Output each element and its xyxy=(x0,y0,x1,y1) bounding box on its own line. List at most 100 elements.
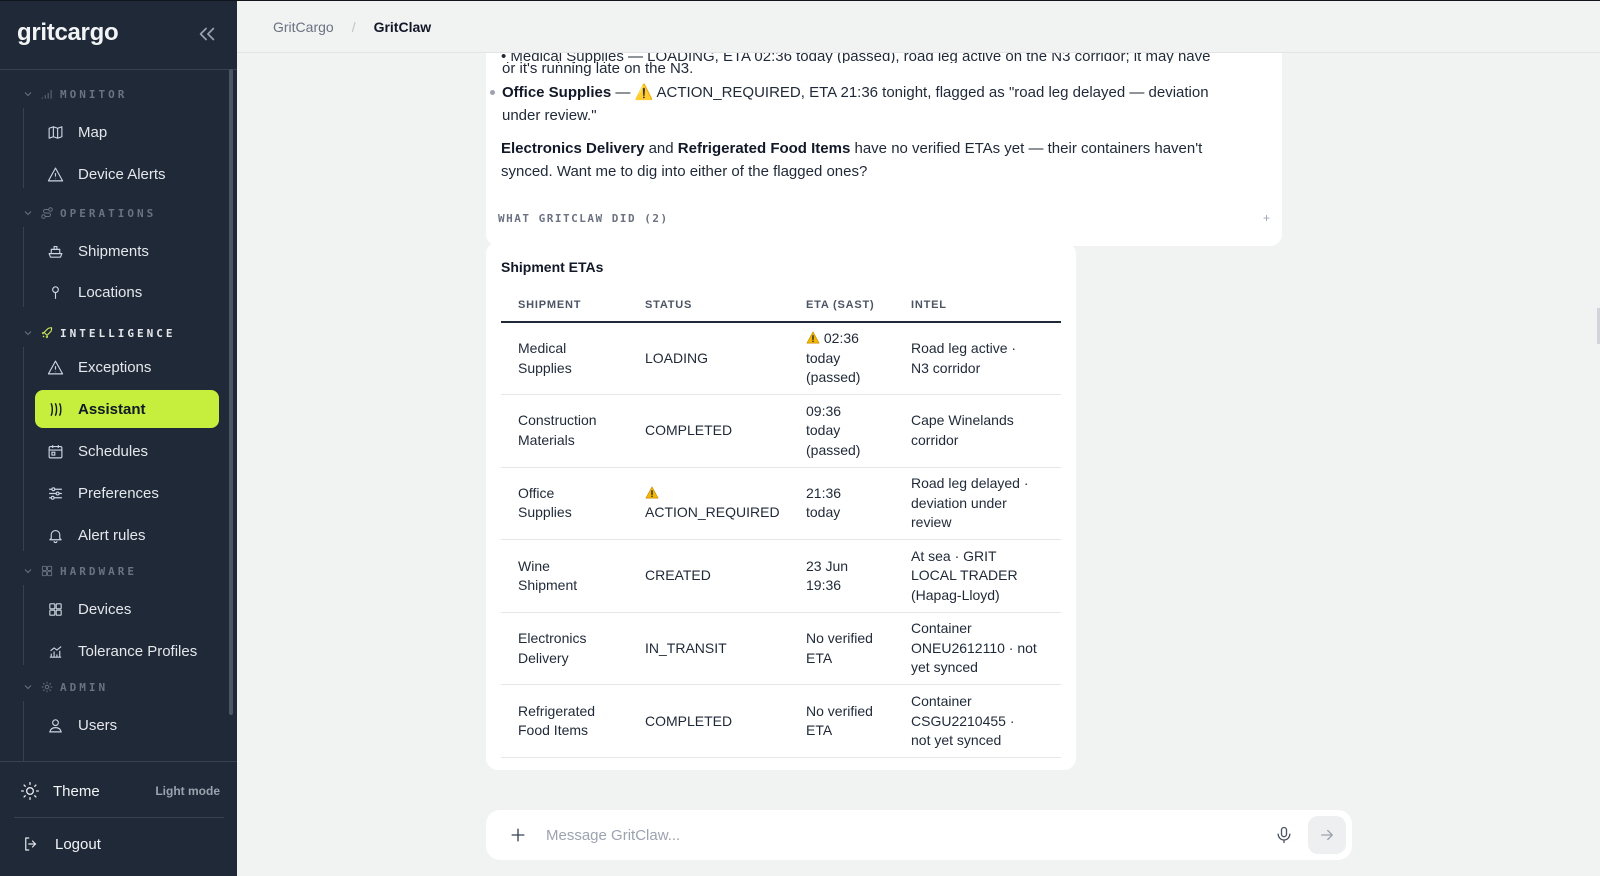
group-monitor[interactable]: MONITOR xyxy=(22,85,127,103)
breadcrumb-current: GritClaw xyxy=(373,19,432,35)
sidebar-item-locations[interactable]: Locations xyxy=(35,273,219,311)
sidebar-item-users[interactable]: Users xyxy=(35,706,219,744)
message-paragraph: Electronics Delivery and Refrigerated Fo… xyxy=(501,137,1261,183)
cell-line: CSGU2210455 · xyxy=(911,712,1015,729)
mic-icon[interactable] xyxy=(1274,825,1294,845)
group-label: OPERATIONS xyxy=(60,206,157,220)
column-header: INTEL xyxy=(894,288,1061,323)
cell-status: CREATED xyxy=(628,539,789,613)
group-admin[interactable]: ADMIN xyxy=(22,678,108,696)
cell-line: Medical xyxy=(518,340,567,357)
sidebar-item-label: Shipments xyxy=(78,242,149,260)
eta-table: SHIPMENT STATUS ETA (SAST) INTEL Medical… xyxy=(501,288,1061,759)
bullet-dot xyxy=(490,90,495,95)
sidebar-item-map[interactable]: Map xyxy=(35,113,219,151)
cell-line: corridor xyxy=(911,431,959,448)
cell-line: Office xyxy=(518,484,555,501)
tool-calls-label: WHAT GRITCLAW DID (2) xyxy=(498,211,669,225)
status-text: CREATED xyxy=(645,567,711,584)
chevron-down-icon xyxy=(24,92,32,97)
column-header: ETA (SAST) xyxy=(789,288,894,323)
warning-triangle-icon xyxy=(47,167,64,181)
cell-line: (passed) xyxy=(806,369,861,386)
sidebar-item-alert-rules[interactable]: Alert rules xyxy=(35,516,219,554)
table-row: Office Supplies ACTION_REQUIRED 21:36 today R… xyxy=(501,467,1061,541)
message-composer xyxy=(486,810,1352,860)
table-row: Medical Supplies LOADING 02:36 today (passed… xyxy=(501,322,1061,396)
cell-line: Cape Winelands xyxy=(911,412,1014,429)
breadcrumb-root[interactable]: GritCargo xyxy=(273,19,334,35)
sidebar-item-schedules[interactable]: Schedules xyxy=(35,432,219,470)
pin-icon xyxy=(52,285,59,299)
sidebar: gritcargo MONITOR Map Device Alerts OPER… xyxy=(0,0,237,876)
cell-eta: 02:36 today (passed) xyxy=(789,322,894,396)
sidebar-item-label: Devices xyxy=(78,600,132,618)
column-header: STATUS xyxy=(628,288,789,323)
expand-plus-icon[interactable]: + xyxy=(1263,211,1270,225)
brand-logo[interactable]: gritcargo xyxy=(17,19,119,47)
cell-line: Container xyxy=(911,693,972,710)
sidebar-item-exceptions[interactable]: Exceptions xyxy=(35,348,219,386)
route-icon xyxy=(41,207,53,219)
sidebar-item-device-alerts[interactable]: Device Alerts xyxy=(35,155,219,193)
sidebar-item-shipments[interactable]: Shipments xyxy=(35,232,219,270)
cell-line: ETA xyxy=(806,722,833,739)
cell-status: ACTION_REQUIRED xyxy=(628,467,789,541)
cell-intel: Container ONEU2612110 · not yet synced xyxy=(894,612,1061,686)
sidebar-scrollbar[interactable] xyxy=(229,69,233,715)
group-label: INTELLIGENCE xyxy=(60,326,176,340)
bell-icon xyxy=(49,529,62,543)
group-hardware[interactable]: HARDWARE xyxy=(22,562,137,580)
table-row: Construction Materials COMPLETED 09:36 today… xyxy=(501,394,1061,468)
cell-eta: No verified ETA xyxy=(789,684,894,759)
plus-icon[interactable] xyxy=(508,825,528,845)
cell-line: 02:36 xyxy=(823,330,859,347)
cell-line: (Hapag-Lloyd) xyxy=(911,586,1000,603)
send-button[interactable] xyxy=(1308,816,1346,854)
sidebar-divider xyxy=(14,817,224,818)
message-text: synced. Want me to dig into either of th… xyxy=(501,163,868,180)
logout-label: Logout xyxy=(55,835,101,853)
cell-line: yet synced xyxy=(911,659,978,676)
cell-line: 23 Jun xyxy=(806,557,849,574)
calendar-icon xyxy=(48,444,63,458)
sidebar-item-tolerance-profiles[interactable]: Tolerance Profiles xyxy=(35,632,219,670)
tool-calls-toggle[interactable]: WHAT GRITCLAW DID (2) + xyxy=(486,203,1282,233)
message-input[interactable] xyxy=(546,820,1274,850)
cell-line: No verified xyxy=(806,702,873,719)
group-operations[interactable]: OPERATIONS xyxy=(22,204,156,222)
cell-line: Supplies xyxy=(518,504,572,521)
gear-icon xyxy=(41,681,53,693)
sidebar-item-label: Assistant xyxy=(78,400,146,418)
breadcrumb-separator: / xyxy=(351,19,356,35)
group-label: ADMIN xyxy=(60,680,109,694)
card-title: Shipment ETAs xyxy=(501,259,604,275)
cell-line: Delivery xyxy=(518,649,569,666)
warning-emoji-icon xyxy=(645,486,659,499)
collapse-sidebar-icon[interactable] xyxy=(196,23,218,45)
chevron-down-icon xyxy=(24,331,32,336)
warning-triangle-icon xyxy=(47,360,64,374)
cell-line: At sea · GRIT xyxy=(911,547,997,564)
status-text: COMPLETED xyxy=(645,422,733,439)
theme-label: Theme xyxy=(53,782,100,800)
theme-toggle[interactable]: Theme Light mode xyxy=(20,779,220,803)
sidebar-item-assistant[interactable]: Assistant xyxy=(35,390,219,428)
sidebar-item-preferences[interactable]: Preferences xyxy=(35,474,219,512)
cell-line: Wine xyxy=(518,557,550,574)
theme-mode-label: Light mode xyxy=(155,784,220,798)
group-label: MONITOR xyxy=(60,87,128,101)
sidebar-item-devices[interactable]: Devices xyxy=(35,590,219,628)
cell-line: today xyxy=(806,504,841,521)
user-icon xyxy=(49,718,62,732)
sidebar-item-label: Map xyxy=(78,123,108,141)
group-intelligence[interactable]: INTELLIGENCE xyxy=(22,324,175,342)
cell-line: review xyxy=(911,514,952,531)
cell-line: 09:36 xyxy=(806,402,842,419)
cell-eta: 23 Jun 19:36 xyxy=(789,539,894,613)
sidebar-item-label: Users xyxy=(78,716,118,734)
logout-button[interactable]: Logout xyxy=(22,833,101,855)
sidebar-divider xyxy=(0,761,237,762)
cell-line: 21:36 xyxy=(806,484,842,501)
cell-intel: Road leg delayed · deviation under review xyxy=(894,467,1061,541)
